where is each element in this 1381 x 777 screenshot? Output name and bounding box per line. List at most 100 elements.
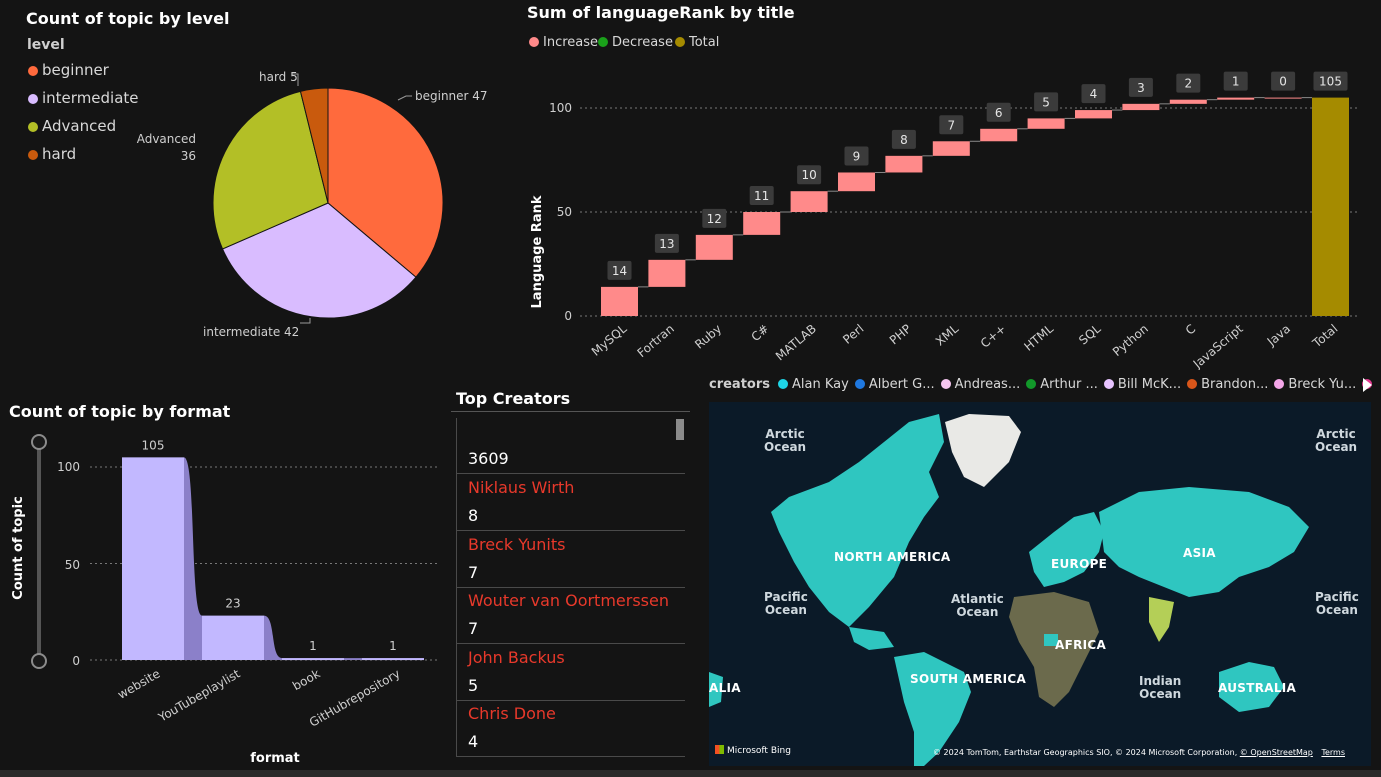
waterfall-bar-javascript[interactable] [1217,97,1255,100]
creator-name: Niklaus Wirth [468,478,575,497]
waterfall-bar-mysql[interactable] [601,286,638,316]
legend-swatch-icon [1103,379,1114,389]
list-item[interactable]: Wouter van Oortmerssen 7 [456,587,685,644]
creator-name: Chris Done [468,704,556,723]
waterfall-bar-python[interactable] [1122,103,1160,111]
format-x-axis-label: format [250,751,300,766]
waterfall-bar-html[interactable] [1027,118,1065,129]
waterfall-xtick-python: Python [1110,322,1151,359]
map-label-asia: ASIA [1183,546,1216,560]
map-label-indian-ocean: Indian Ocean [1139,674,1182,701]
list-item[interactable]: John Backus 5 [456,644,685,701]
pie-label-advanced: Advanced [137,132,196,146]
format-xtick-book: book [290,666,322,693]
format-bar-website[interactable] [122,457,184,660]
waterfall-data-label: 5 [1042,95,1050,109]
list-item[interactable]: 3609 [456,418,685,474]
creator-count: 5 [468,675,479,695]
format-xtick-website: website [115,666,162,701]
legend-swatch-icon [940,379,951,389]
waterfall-bar-fortran[interactable] [648,259,686,287]
map-legend-label: Andreas... [954,377,1021,392]
waterfall-xtick-java: Java [1264,322,1293,350]
waterfall-ytick-0: 0 [564,309,572,323]
leader-line-beginner [397,95,412,101]
waterfall-xtick-c#: C# [749,322,772,345]
openstreetmap-link[interactable]: © OpenStreetMap [1240,748,1313,757]
waterfall-bar-perl[interactable] [838,172,875,192]
format-bar-book[interactable] [282,658,344,661]
waterfall-data-label: 9 [853,149,861,163]
asia-region [1099,487,1309,597]
format-y-axis-label: Count of topic [11,496,26,599]
waterfall-legend-total[interactable]: Total [675,35,719,50]
list-item[interactable]: Breck Yunits 7 [456,531,685,588]
waterfall-data-label: 3 [1137,81,1145,95]
waterfall-data-label: 10 [801,168,816,182]
zoom-slider-bottom-handle[interactable] [31,653,47,669]
waterfall-xtick-matlab: MATLAB [773,322,819,364]
format-ytick-100: 100 [57,460,80,474]
waterfall-ytick-50: 50 [557,205,572,219]
format-data-label: 23 [225,597,240,611]
waterfall-bar-sql[interactable] [1075,110,1112,119]
waterfall-bar-matlab[interactable] [790,191,828,212]
waterfall-bar-c#[interactable] [743,212,781,235]
creator-count: 7 [468,619,479,638]
waterfall-data-label: 6 [995,106,1003,120]
legend-swatch-icon [598,37,608,47]
india-region [1149,597,1174,642]
map-legend-item[interactable]: Breck Yu... [1274,377,1356,392]
creator-name: Breck Yunits [468,534,566,554]
map-legend: creators Alan Kay Albert G... Andreas... Art… [709,377,1379,395]
waterfall-bar-php[interactable] [885,155,923,173]
waterfall-xtick-c: C [1183,322,1198,338]
europe-region [1029,512,1104,587]
waterfall-legend-decrease[interactable]: Decrease [598,35,673,50]
map-legend-item[interactable]: Albert G... [854,377,935,392]
map-legend-item[interactable]: Andreas... [940,377,1021,392]
waterfall-data-label: 105 [1319,75,1342,89]
terms-link[interactable]: Terms [1321,748,1345,757]
map-label-pacific-ocean-right: Pacific Ocean [1315,590,1359,617]
map-legend-item[interactable]: Arthur ... [1026,377,1098,392]
waterfall-xtick-fortran: Fortran [635,322,677,361]
format-xtick-githubrepository: GitHubrepository [307,666,403,729]
waterfall-bar-total[interactable] [1312,97,1349,316]
list-item[interactable]: Niklaus Wirth 8 [456,474,685,531]
map-label-africa: AFRICA [1055,638,1107,652]
waterfall-bar-c++[interactable] [980,128,1018,142]
waterfall-bar-xml[interactable] [932,141,970,156]
waterfall-data-label: 8 [900,133,908,147]
list-item[interactable]: Chris Done 4 [456,700,685,757]
waterfall-bar-ruby[interactable] [695,234,733,260]
creator-count: 3609 [468,449,509,468]
waterfall-data-label: 2 [1184,77,1192,91]
creator-name: John Backus [468,647,565,667]
map-legend-label: Breck Yu... [1288,377,1357,392]
leader-line-intermediate [300,318,311,324]
format-bar-youtubeplaylist[interactable] [202,615,264,660]
map-label-alia: ALIA [709,681,741,695]
waterfall-bar-c[interactable] [1169,99,1207,104]
map-legend-item[interactable]: Brandon... [1187,377,1268,392]
map-legend-title: creators [709,377,771,392]
map-label-arctic-ocean-left: Arctic Ocean [764,427,807,454]
pie-label-hard: hard 5 [259,70,298,84]
map-label-australia: AUSTRALIA [1218,681,1297,695]
zoom-slider-top-handle[interactable] [31,434,47,450]
map-legend-label: Brandon... [1201,377,1269,392]
waterfall-xtick-sql: SQL [1076,321,1103,347]
format-bar-githubrepository[interactable] [362,658,424,661]
waterfall-data-label: 12 [707,212,722,226]
map-legend-item[interactable]: Bill McK... [1103,377,1181,392]
waterfall-bar-java[interactable] [1264,97,1302,99]
map-visual[interactable]: Arctic Ocean Arctic Ocean Pacific Ocean Pac… [709,402,1371,766]
waterfall-data-label: 11 [754,189,769,203]
format-ytick-50: 50 [65,558,80,572]
legend-next-arrow-icon[interactable] [1361,377,1373,393]
map-legend-item[interactable]: Alan Kay [778,377,849,392]
map-label-south-america: SOUTH AMERICA [910,672,1027,686]
waterfall-legend-increase[interactable]: Increase [529,35,598,50]
waterfall-xtick-php: PHP [887,322,914,348]
